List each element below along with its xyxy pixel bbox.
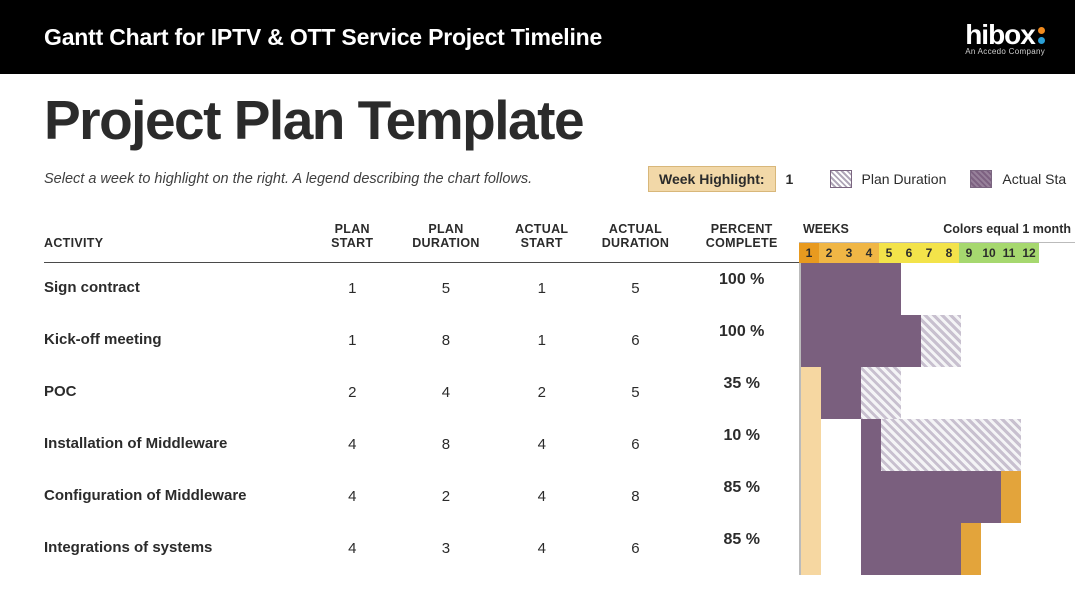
table-row: POC242535 % bbox=[44, 367, 799, 419]
activity-cell: POC bbox=[44, 367, 310, 419]
percent-cell: 10 % bbox=[684, 419, 799, 471]
plan-duration-cell: 8 bbox=[395, 419, 497, 471]
col-percent-complete: PERCENTCOMPLETE bbox=[684, 222, 799, 263]
week-header-cell[interactable]: 4 bbox=[859, 243, 879, 263]
actual-start-cell: 1 bbox=[497, 263, 587, 315]
week-header-cell[interactable]: 10 bbox=[979, 243, 999, 263]
activity-cell: Configuration of Middleware bbox=[44, 471, 310, 523]
progress-bar bbox=[1001, 471, 1021, 523]
week-header-cell[interactable]: 8 bbox=[939, 243, 959, 263]
actual-bar bbox=[861, 471, 1001, 523]
gantt-row bbox=[801, 419, 1075, 471]
logo-subtitle: An Accedo Company bbox=[965, 47, 1045, 56]
plan-start-cell: 1 bbox=[310, 263, 395, 315]
week-highlight-label: Week Highlight: bbox=[648, 166, 776, 192]
week-header-cell[interactable]: 11 bbox=[999, 243, 1019, 263]
actual-start-cell: 4 bbox=[497, 523, 587, 575]
table-row: Kick-off meeting1816100 % bbox=[44, 315, 799, 367]
page-title: Project Plan Template bbox=[44, 88, 1075, 152]
col-actual-duration: ACTUALDURATION bbox=[587, 222, 685, 263]
week-header-cell[interactable]: 2 bbox=[819, 243, 839, 263]
plan-duration-cell: 4 bbox=[395, 367, 497, 419]
week-header-row: 123456789101112 bbox=[799, 242, 1075, 263]
legend-actual-label: Actual Sta bbox=[1002, 171, 1066, 187]
table-row: Integrations of systems434685 % bbox=[44, 523, 799, 575]
actual-duration-cell: 8 bbox=[587, 471, 685, 523]
actual-start-cell: 4 bbox=[497, 471, 587, 523]
plan-duration-cell: 8 bbox=[395, 315, 497, 367]
plan-duration-cell: 5 bbox=[395, 263, 497, 315]
progress-bar bbox=[961, 523, 981, 575]
gantt-row bbox=[801, 367, 1075, 419]
week-highlight-value[interactable]: 1 bbox=[786, 171, 806, 187]
col-actual-start: ACTUALSTART bbox=[497, 222, 587, 263]
plan-start-cell: 4 bbox=[310, 523, 395, 575]
percent-cell: 35 % bbox=[684, 367, 799, 419]
table-row: Configuration of Middleware424885 % bbox=[44, 471, 799, 523]
logo-text: hibox bbox=[965, 19, 1035, 51]
actual-bar bbox=[861, 523, 961, 575]
actual-duration-cell: 5 bbox=[587, 367, 685, 419]
week-header-cell[interactable]: 6 bbox=[899, 243, 919, 263]
actual-duration-cell: 5 bbox=[587, 263, 685, 315]
gantt-body bbox=[801, 263, 1075, 575]
week-header-cell[interactable]: 12 bbox=[1019, 243, 1039, 263]
week-header-cell[interactable]: 1 bbox=[799, 243, 819, 263]
instructions-text: Select a week to highlight on the right.… bbox=[44, 171, 624, 187]
legend-actual: Actual Sta bbox=[970, 170, 1066, 188]
activity-table: ACTIVITY PLANSTART PLANDURATION ACTUALST… bbox=[44, 222, 799, 575]
page-header-title: Gantt Chart for IPTV & OTT Service Proje… bbox=[44, 24, 602, 51]
activity-cell: Integrations of systems bbox=[44, 523, 310, 575]
plan-duration-cell: 3 bbox=[395, 523, 497, 575]
percent-cell: 100 % bbox=[684, 263, 799, 315]
gantt-row bbox=[801, 315, 1075, 367]
plan-start-cell: 1 bbox=[310, 315, 395, 367]
percent-cell: 100 % bbox=[684, 315, 799, 367]
actual-duration-cell: 6 bbox=[587, 523, 685, 575]
topbar: Gantt Chart for IPTV & OTT Service Proje… bbox=[0, 0, 1075, 74]
gantt-chart: WEEKS Colors equal 1 month 1234567891011… bbox=[799, 222, 1075, 575]
week-highlight-control[interactable]: Week Highlight: 1 bbox=[648, 166, 806, 192]
plan-start-cell: 4 bbox=[310, 419, 395, 471]
activity-cell: Kick-off meeting bbox=[44, 315, 310, 367]
table-row: Installation of Middleware484610 % bbox=[44, 419, 799, 471]
activity-cell: Installation of Middleware bbox=[44, 419, 310, 471]
actual-duration-cell: 6 bbox=[587, 419, 685, 471]
actual-bar bbox=[801, 315, 921, 367]
legend-plan: Plan Duration bbox=[830, 170, 947, 188]
gantt-row bbox=[801, 471, 1075, 523]
colors-note: Colors equal 1 month bbox=[943, 222, 1075, 236]
legend-plan-label: Plan Duration bbox=[862, 171, 947, 187]
week-header-cell[interactable]: 5 bbox=[879, 243, 899, 263]
col-plan-duration: PLANDURATION bbox=[395, 222, 497, 263]
plan-start-cell: 4 bbox=[310, 471, 395, 523]
actual-start-cell: 1 bbox=[497, 315, 587, 367]
week-header-cell[interactable]: 9 bbox=[959, 243, 979, 263]
percent-cell: 85 % bbox=[684, 523, 799, 575]
plan-duration-cell: 2 bbox=[395, 471, 497, 523]
col-activity: ACTIVITY bbox=[44, 222, 310, 263]
actual-start-cell: 4 bbox=[497, 419, 587, 471]
gantt-row bbox=[801, 523, 1075, 575]
week-header-cell[interactable]: 7 bbox=[919, 243, 939, 263]
table-row: Sign contract1515100 % bbox=[44, 263, 799, 315]
actual-swatch-icon bbox=[970, 170, 992, 188]
actual-bar bbox=[801, 263, 901, 315]
logo: hibox An Accedo Company bbox=[965, 19, 1045, 56]
actual-duration-cell: 6 bbox=[587, 315, 685, 367]
col-plan-start: PLANSTART bbox=[310, 222, 395, 263]
percent-cell: 85 % bbox=[684, 471, 799, 523]
plan-start-cell: 2 bbox=[310, 367, 395, 419]
weeks-label: WEEKS bbox=[803, 222, 849, 236]
actual-bar bbox=[861, 419, 881, 471]
plan-swatch-icon bbox=[830, 170, 852, 188]
actual-bar bbox=[821, 367, 861, 419]
activity-cell: Sign contract bbox=[44, 263, 310, 315]
logo-dots-icon bbox=[1038, 27, 1045, 44]
plan-bar bbox=[861, 419, 1021, 471]
actual-start-cell: 2 bbox=[497, 367, 587, 419]
logo-main: hibox bbox=[965, 19, 1045, 51]
week-header-cell[interactable]: 3 bbox=[839, 243, 859, 263]
gantt-row bbox=[801, 263, 1075, 315]
